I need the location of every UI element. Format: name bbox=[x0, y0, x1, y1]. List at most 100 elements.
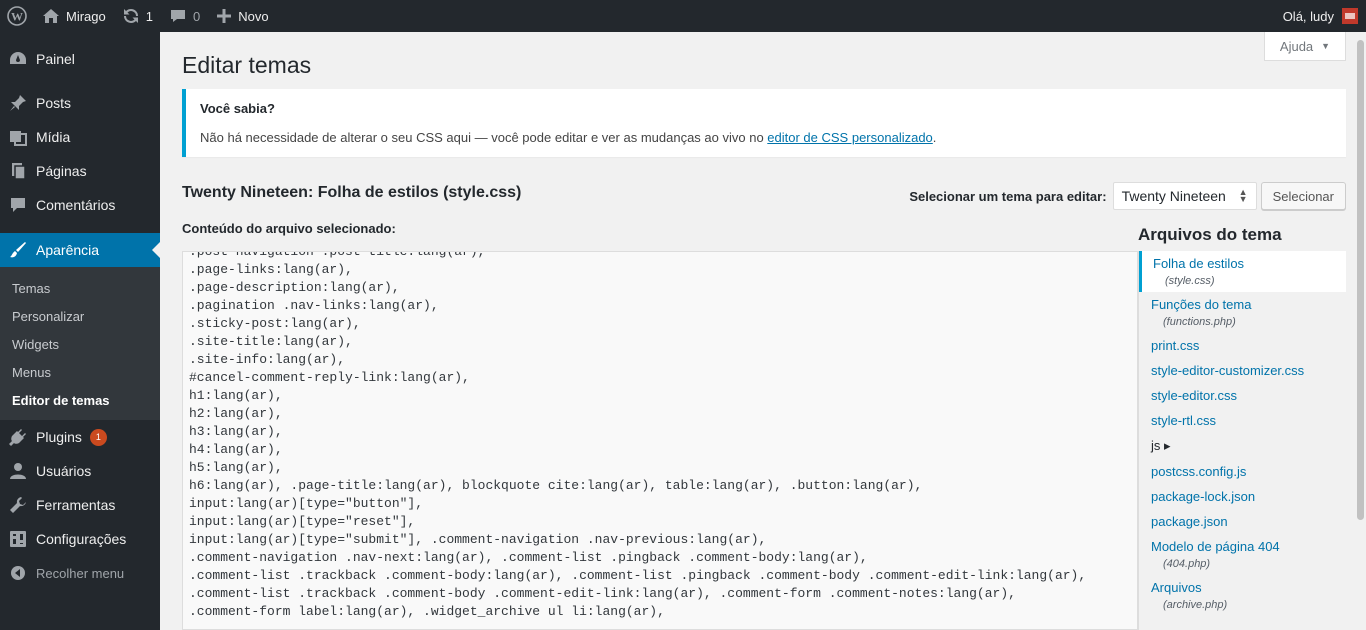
help-label: Ajuda bbox=[1279, 38, 1314, 54]
new-label: Novo bbox=[238, 8, 269, 24]
sidebar-item-usuarios[interactable]: Usuários bbox=[0, 454, 160, 488]
new-content-link[interactable]: Novo bbox=[208, 0, 276, 32]
user-icon bbox=[8, 461, 28, 481]
admin-bar: W Mirago 1 0 Novo Olá, ludy bbox=[0, 0, 1366, 32]
theme-file-name: style-editor.css bbox=[1151, 388, 1237, 403]
sidebar-item-aparencia[interactable]: Aparência bbox=[0, 233, 160, 267]
sidebar-item-label: Configurações bbox=[36, 531, 127, 547]
code-line: input:lang(ar)[type="submit"], .comment-… bbox=[189, 532, 767, 547]
sidebar-item-label: Painel bbox=[36, 51, 75, 67]
site-name-link[interactable]: Mirago bbox=[34, 0, 114, 32]
code-line: h2:lang(ar), bbox=[189, 406, 283, 421]
submenu-item-menus[interactable]: Menus bbox=[0, 358, 160, 386]
theme-file-filename: (404.php) bbox=[1163, 558, 1211, 570]
theme-file-item[interactable]: js ▸ bbox=[1139, 433, 1346, 459]
theme-select-value: Twenty Nineteen bbox=[1121, 188, 1226, 204]
theme-file-filename: (style.css) bbox=[1165, 275, 1215, 287]
theme-file-item[interactable]: print.css bbox=[1139, 333, 1346, 358]
theme-file-name: js ▸ bbox=[1151, 438, 1171, 453]
theme-file-name: package-lock.json bbox=[1151, 489, 1256, 504]
comments-link[interactable]: 0 bbox=[161, 0, 208, 32]
sidebar-item-ferramentas[interactable]: Ferramentas bbox=[0, 488, 160, 522]
settings-icon bbox=[8, 529, 28, 549]
appearance-submenu: Temas Personalizar Widgets Menus Editor … bbox=[0, 267, 160, 420]
sidebar-item-posts[interactable]: Posts bbox=[0, 86, 160, 120]
sidebar-item-label: Comentários bbox=[36, 197, 116, 213]
sidebar-item-paginas[interactable]: Páginas bbox=[0, 154, 160, 188]
code-line: h1:lang(ar), bbox=[189, 388, 283, 403]
sidebar-item-midia[interactable]: Mídia bbox=[0, 120, 160, 154]
theme-file-name: Funções do tema bbox=[1151, 297, 1252, 312]
theme-file-item[interactable]: Modelo de página 404 (404.php) bbox=[1139, 534, 1346, 575]
sidebar-item-label: Plugins bbox=[36, 429, 82, 445]
page-icon bbox=[8, 161, 28, 181]
brush-icon bbox=[8, 240, 28, 260]
account-menu[interactable]: Olá, ludy bbox=[1283, 0, 1366, 32]
sidebar-item-label: Páginas bbox=[36, 163, 87, 179]
theme-file-item[interactable]: Arquivos (archive.php) bbox=[1139, 575, 1346, 616]
sidebar-item-painel[interactable]: Painel bbox=[0, 42, 160, 76]
user-greeting: Olá, ludy bbox=[1282, 8, 1334, 24]
sidebar-item-plugins[interactable]: Plugins 1 bbox=[0, 420, 160, 454]
submenu-item-editor-de-temas[interactable]: Editor de temas bbox=[0, 386, 160, 414]
code-line: h6:lang(ar), .page-title:lang(ar), block… bbox=[189, 478, 923, 493]
notice-text: Não há necessidade de alterar o seu CSS … bbox=[200, 130, 1332, 145]
svg-text:W: W bbox=[11, 10, 23, 24]
code-line: .post-navigation .post-title:lang(ar), bbox=[189, 251, 486, 259]
sidebar-item-label: Aparência bbox=[36, 242, 100, 258]
theme-file-name: postcss.config.js bbox=[1151, 464, 1247, 479]
sidebar-item-configuracoes[interactable]: Configurações bbox=[0, 522, 160, 556]
theme-select-dropdown[interactable]: Twenty Nineteen ▲ ▼ bbox=[1112, 182, 1257, 210]
code-line: .site-info:lang(ar), bbox=[189, 352, 346, 367]
custom-css-editor-link[interactable]: editor de CSS personalizado bbox=[767, 130, 933, 145]
code-line: #cancel-comment-reply-link:lang(ar), bbox=[189, 370, 470, 385]
site-name: Mirago bbox=[66, 8, 106, 24]
plus-icon bbox=[217, 9, 232, 23]
code-line: .pagination .nav-links:lang(ar), bbox=[189, 298, 439, 313]
help-tab-button[interactable]: Ajuda ▼ bbox=[1264, 32, 1346, 61]
theme-file-item[interactable]: package.json bbox=[1139, 509, 1346, 534]
code-editor-textarea[interactable]: .post-navigation .post-title:lang(ar), .p… bbox=[182, 251, 1138, 630]
code-content: .post-navigation .post-title:lang(ar), .p… bbox=[189, 251, 1131, 621]
collapse-arrow-icon bbox=[8, 563, 28, 583]
submenu-item-personalizar[interactable]: Personalizar bbox=[0, 302, 160, 330]
theme-file-item[interactable]: postcss.config.js bbox=[1139, 459, 1346, 484]
theme-file-name: package.json bbox=[1151, 514, 1228, 529]
theme-select-form: Selecionar um tema para editar: Twenty N… bbox=[909, 182, 1346, 210]
sidebar-item-label: Ferramentas bbox=[36, 497, 116, 513]
sidebar-item-label: Usuários bbox=[36, 463, 92, 479]
theme-file-item[interactable]: package-lock.json bbox=[1139, 484, 1346, 509]
theme-file-item[interactable]: style-rtl.css bbox=[1139, 408, 1346, 433]
notice-title: Você sabia? bbox=[200, 101, 275, 116]
code-line: h4:lang(ar), bbox=[189, 442, 283, 457]
theme-file-item[interactable]: Folha de estilos (style.css) bbox=[1139, 251, 1346, 292]
updates-link[interactable]: 1 bbox=[114, 0, 161, 32]
notice-text-after: . bbox=[932, 130, 937, 145]
submenu-item-widgets[interactable]: Widgets bbox=[0, 330, 160, 358]
theme-file-name: Arquivos bbox=[1151, 580, 1202, 595]
sidebar-item-comentarios[interactable]: Comentários bbox=[0, 188, 160, 222]
dashboard-icon bbox=[8, 49, 28, 69]
collapse-menu-button[interactable]: Recolher menu bbox=[0, 556, 160, 590]
theme-file-item[interactable]: Funções do tema (functions.php) bbox=[1139, 292, 1346, 333]
code-line: .comment-list .trackback .comment-body:l… bbox=[189, 568, 1087, 583]
theme-file-item[interactable]: style-editor-customizer.css bbox=[1139, 358, 1346, 383]
theme-file-item[interactable]: style-editor.css bbox=[1139, 383, 1346, 408]
select-theme-button[interactable]: Selecionar bbox=[1260, 182, 1346, 210]
code-line: .comment-form label:lang(ar), .widget_ar… bbox=[189, 604, 665, 619]
code-line: .sticky-post:lang(ar), bbox=[189, 316, 361, 331]
theme-select-label: Selecionar um tema para editar: bbox=[909, 188, 1107, 204]
admin-sidebar: Painel Posts Mídia Páginas Comentários A… bbox=[0, 32, 160, 630]
sidebar-item-label: Posts bbox=[36, 95, 72, 111]
sidebar-item-label: Mídia bbox=[36, 129, 71, 145]
code-line: .page-description:lang(ar), bbox=[189, 280, 400, 295]
code-line: .comment-list .trackback .comment-body .… bbox=[189, 586, 1016, 601]
submenu-item-temas[interactable]: Temas bbox=[0, 274, 160, 302]
page-scrollbar[interactable] bbox=[1357, 40, 1364, 520]
code-line: .comment-navigation .nav-next:lang(ar), … bbox=[189, 550, 868, 565]
wordpress-logo-icon[interactable]: W bbox=[0, 0, 34, 32]
theme-files-title: Arquivos do tema bbox=[1138, 225, 1282, 244]
collapse-label: Recolher menu bbox=[36, 565, 125, 581]
theme-files-list: Folha de estilos (style.css) Funções do te… bbox=[1138, 251, 1346, 630]
page-title: Editar temas bbox=[182, 52, 312, 78]
